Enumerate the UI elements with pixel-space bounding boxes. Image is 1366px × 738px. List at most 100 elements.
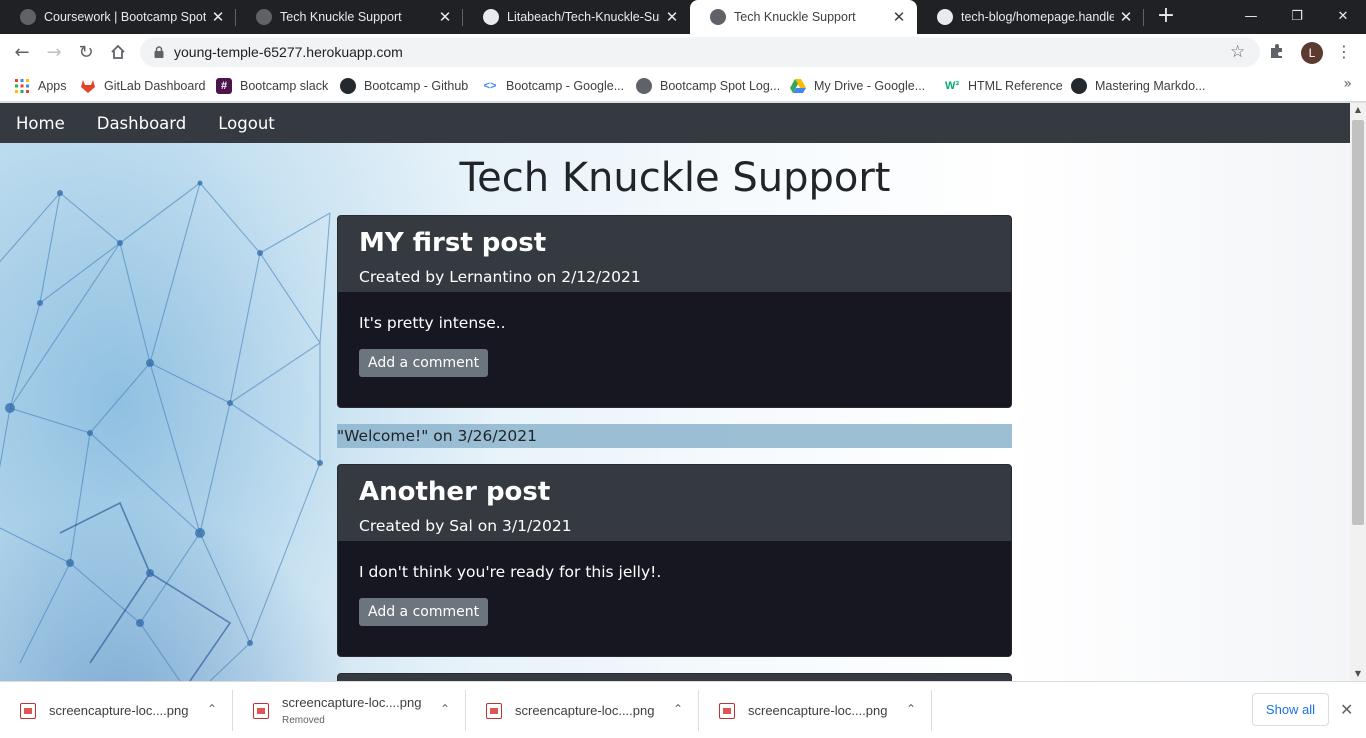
browser-tab[interactable]: tech-blog/homepage.handleba ✕	[917, 0, 1144, 34]
page-viewport: Home Dashboard Logout Tech Knuckle Suppo…	[0, 103, 1350, 681]
comment-item: "Welcome!" on 3/26/2021	[337, 424, 1012, 448]
bookmark-google-drive[interactable]: My Drive - Google...	[790, 75, 925, 97]
browser-menu-icon[interactable]: ⋮	[1336, 42, 1352, 62]
browser-tab-strip: Coursework | Bootcamp Spot ✕ Tech Knuckl…	[0, 0, 1366, 34]
post-meta: Created by Lernantino on 2/12/2021	[359, 268, 641, 286]
post-title[interactable]: MY first post	[359, 228, 991, 258]
w3-icon: W³	[944, 80, 960, 92]
browser-tab[interactable]: Litabeach/Tech-Knuckle-Suppo ✕	[463, 0, 690, 34]
browser-tab[interactable]: Coursework | Bootcamp Spot ✕	[0, 0, 236, 34]
scroll-down-arrow-icon[interactable]: ▼	[1350, 667, 1366, 681]
lock-icon	[154, 46, 164, 58]
download-item[interactable]: screencapture-loc....png ⌃	[466, 682, 699, 738]
tab-title: Tech Knuckle Support	[280, 10, 402, 24]
close-shelf-icon[interactable]: ✕	[1340, 700, 1353, 719]
download-item[interactable]: screencapture-loc....png Removed ⌃	[233, 682, 466, 738]
close-tab-icon[interactable]: ✕	[664, 9, 680, 25]
url-text: young-temple-65277.herokuapp.com	[174, 44, 403, 60]
bookmark-label: GitLab Dashboard	[104, 79, 206, 93]
bookmark-label: Bootcamp - Github	[364, 79, 469, 93]
page-scrollbar[interactable]: ▲ ▼	[1350, 103, 1366, 681]
browser-toolbar: ← → ↻ young-temple-65277.herokuapp.com ☆…	[0, 34, 1366, 70]
nav-dashboard-link[interactable]: Dashboard	[97, 114, 187, 133]
close-tab-icon[interactable]: ✕	[437, 9, 453, 25]
chevron-up-icon[interactable]: ⌃	[207, 702, 217, 716]
bookmark-label: Bootcamp slack	[240, 79, 329, 93]
download-divider	[931, 690, 932, 731]
reload-icon[interactable]: ↻	[72, 38, 100, 66]
bookmark-bootcamp-google[interactable]: <> Bootcamp - Google...	[482, 75, 625, 97]
bookmark-star-icon[interactable]: ☆	[1230, 43, 1248, 61]
bookmark-slack[interactable]: # Bootcamp slack	[216, 75, 328, 97]
download-filename: screencapture-loc....png	[515, 703, 655, 718]
forward-icon[interactable]: →	[40, 38, 68, 66]
show-all-downloads-button[interactable]: Show all	[1252, 693, 1329, 726]
post-body: It's pretty intense.. Add a comment	[338, 292, 1011, 397]
download-filename: screencapture-loc....png	[748, 703, 888, 718]
image-file-icon	[20, 702, 36, 719]
bookmark-html-reference[interactable]: W³ HTML Reference	[944, 75, 1063, 97]
close-tab-icon[interactable]: ✕	[891, 9, 907, 25]
page-title: Tech Knuckle Support	[459, 155, 891, 201]
site-navbar: Home Dashboard Logout	[0, 103, 1350, 143]
bookmarks-bar: Apps GitLab Dashboard # Bootcamp slack B…	[0, 70, 1366, 102]
post-text: I don't think you're ready for this jell…	[359, 563, 662, 581]
post-meta: Created by Sal on 3/1/2021	[359, 517, 572, 535]
home-icon[interactable]	[104, 38, 132, 66]
scrollbar-thumb[interactable]	[1352, 120, 1364, 525]
post-card: Another post Created by Sal on 3/1/2021 …	[337, 464, 1012, 657]
bookmark-mastering-markdown[interactable]: Mastering Markdo...	[1071, 75, 1205, 97]
bookmark-bootcamp-github[interactable]: Bootcamp - Github	[340, 75, 468, 97]
bootcamp-spot-icon	[20, 9, 36, 25]
close-tab-icon[interactable]: ✕	[1118, 9, 1134, 25]
bookmark-label: HTML Reference	[968, 79, 1063, 93]
extensions-puzzle-icon[interactable]	[1268, 42, 1288, 62]
minimize-icon[interactable]: —	[1228, 0, 1274, 32]
tab-title: Tech Knuckle Support	[734, 10, 856, 24]
bookmark-label: Bootcamp - Google...	[506, 79, 625, 93]
address-bar[interactable]: young-temple-65277.herokuapp.com ☆	[140, 37, 1260, 67]
browser-tab-active[interactable]: Tech Knuckle Support ✕	[690, 0, 917, 34]
image-file-icon	[253, 702, 269, 719]
nav-home-link[interactable]: Home	[16, 114, 65, 133]
restore-icon[interactable]: ❐	[1274, 0, 1320, 32]
chevron-up-icon[interactable]: ⌃	[906, 702, 916, 716]
bookmarks-overflow-icon[interactable]: »	[1343, 76, 1352, 92]
download-filename: screencapture-loc....png	[282, 695, 422, 710]
profile-avatar[interactable]: L	[1301, 42, 1323, 64]
tab-title: Litabeach/Tech-Knuckle-Suppo	[507, 10, 660, 24]
bookmark-bootcamp-spot[interactable]: Bootcamp Spot Log...	[636, 75, 780, 97]
bookmark-label: Bootcamp Spot Log...	[660, 79, 781, 93]
github-icon	[937, 9, 953, 25]
new-tab-icon[interactable]: +	[1154, 5, 1178, 29]
github-icon	[483, 9, 499, 25]
post-card-partial	[337, 673, 1012, 681]
nav-logout-link[interactable]: Logout	[218, 114, 275, 133]
tab-title: Coursework | Bootcamp Spot	[44, 10, 206, 24]
bookmark-gitlab[interactable]: GitLab Dashboard	[80, 75, 205, 97]
globe-icon	[256, 9, 272, 25]
image-file-icon	[719, 702, 735, 719]
github-icon	[1071, 78, 1087, 94]
post-title[interactable]: Another post	[359, 477, 991, 507]
google-code-icon: <>	[483, 80, 497, 92]
close-window-icon[interactable]: ✕	[1320, 0, 1366, 32]
globe-icon	[710, 9, 726, 25]
image-file-icon	[486, 702, 502, 719]
post-header: Another post Created by Sal on 3/1/2021	[338, 465, 1011, 541]
add-comment-button[interactable]: Add a comment	[359, 349, 489, 377]
download-filename: screencapture-loc....png	[49, 703, 189, 718]
download-item[interactable]: screencapture-loc....png ⌃	[0, 682, 233, 738]
chevron-up-icon[interactable]: ⌃	[440, 702, 450, 716]
bookmark-apps[interactable]: Apps	[14, 75, 67, 97]
add-comment-button[interactable]: Add a comment	[359, 598, 489, 626]
download-item[interactable]: screencapture-loc....png ⌃	[699, 682, 932, 738]
bookmark-label: My Drive - Google...	[814, 79, 926, 93]
close-tab-icon[interactable]: ✕	[210, 9, 226, 25]
post-body: I don't think you're ready for this jell…	[338, 541, 1011, 646]
chevron-up-icon[interactable]: ⌃	[673, 702, 683, 716]
browser-tab[interactable]: Tech Knuckle Support ✕	[236, 0, 463, 34]
download-shelf: screencapture-loc....png ⌃ screencapture…	[0, 681, 1366, 738]
back-icon[interactable]: ←	[8, 38, 36, 66]
scroll-up-arrow-icon[interactable]: ▲	[1350, 103, 1366, 117]
